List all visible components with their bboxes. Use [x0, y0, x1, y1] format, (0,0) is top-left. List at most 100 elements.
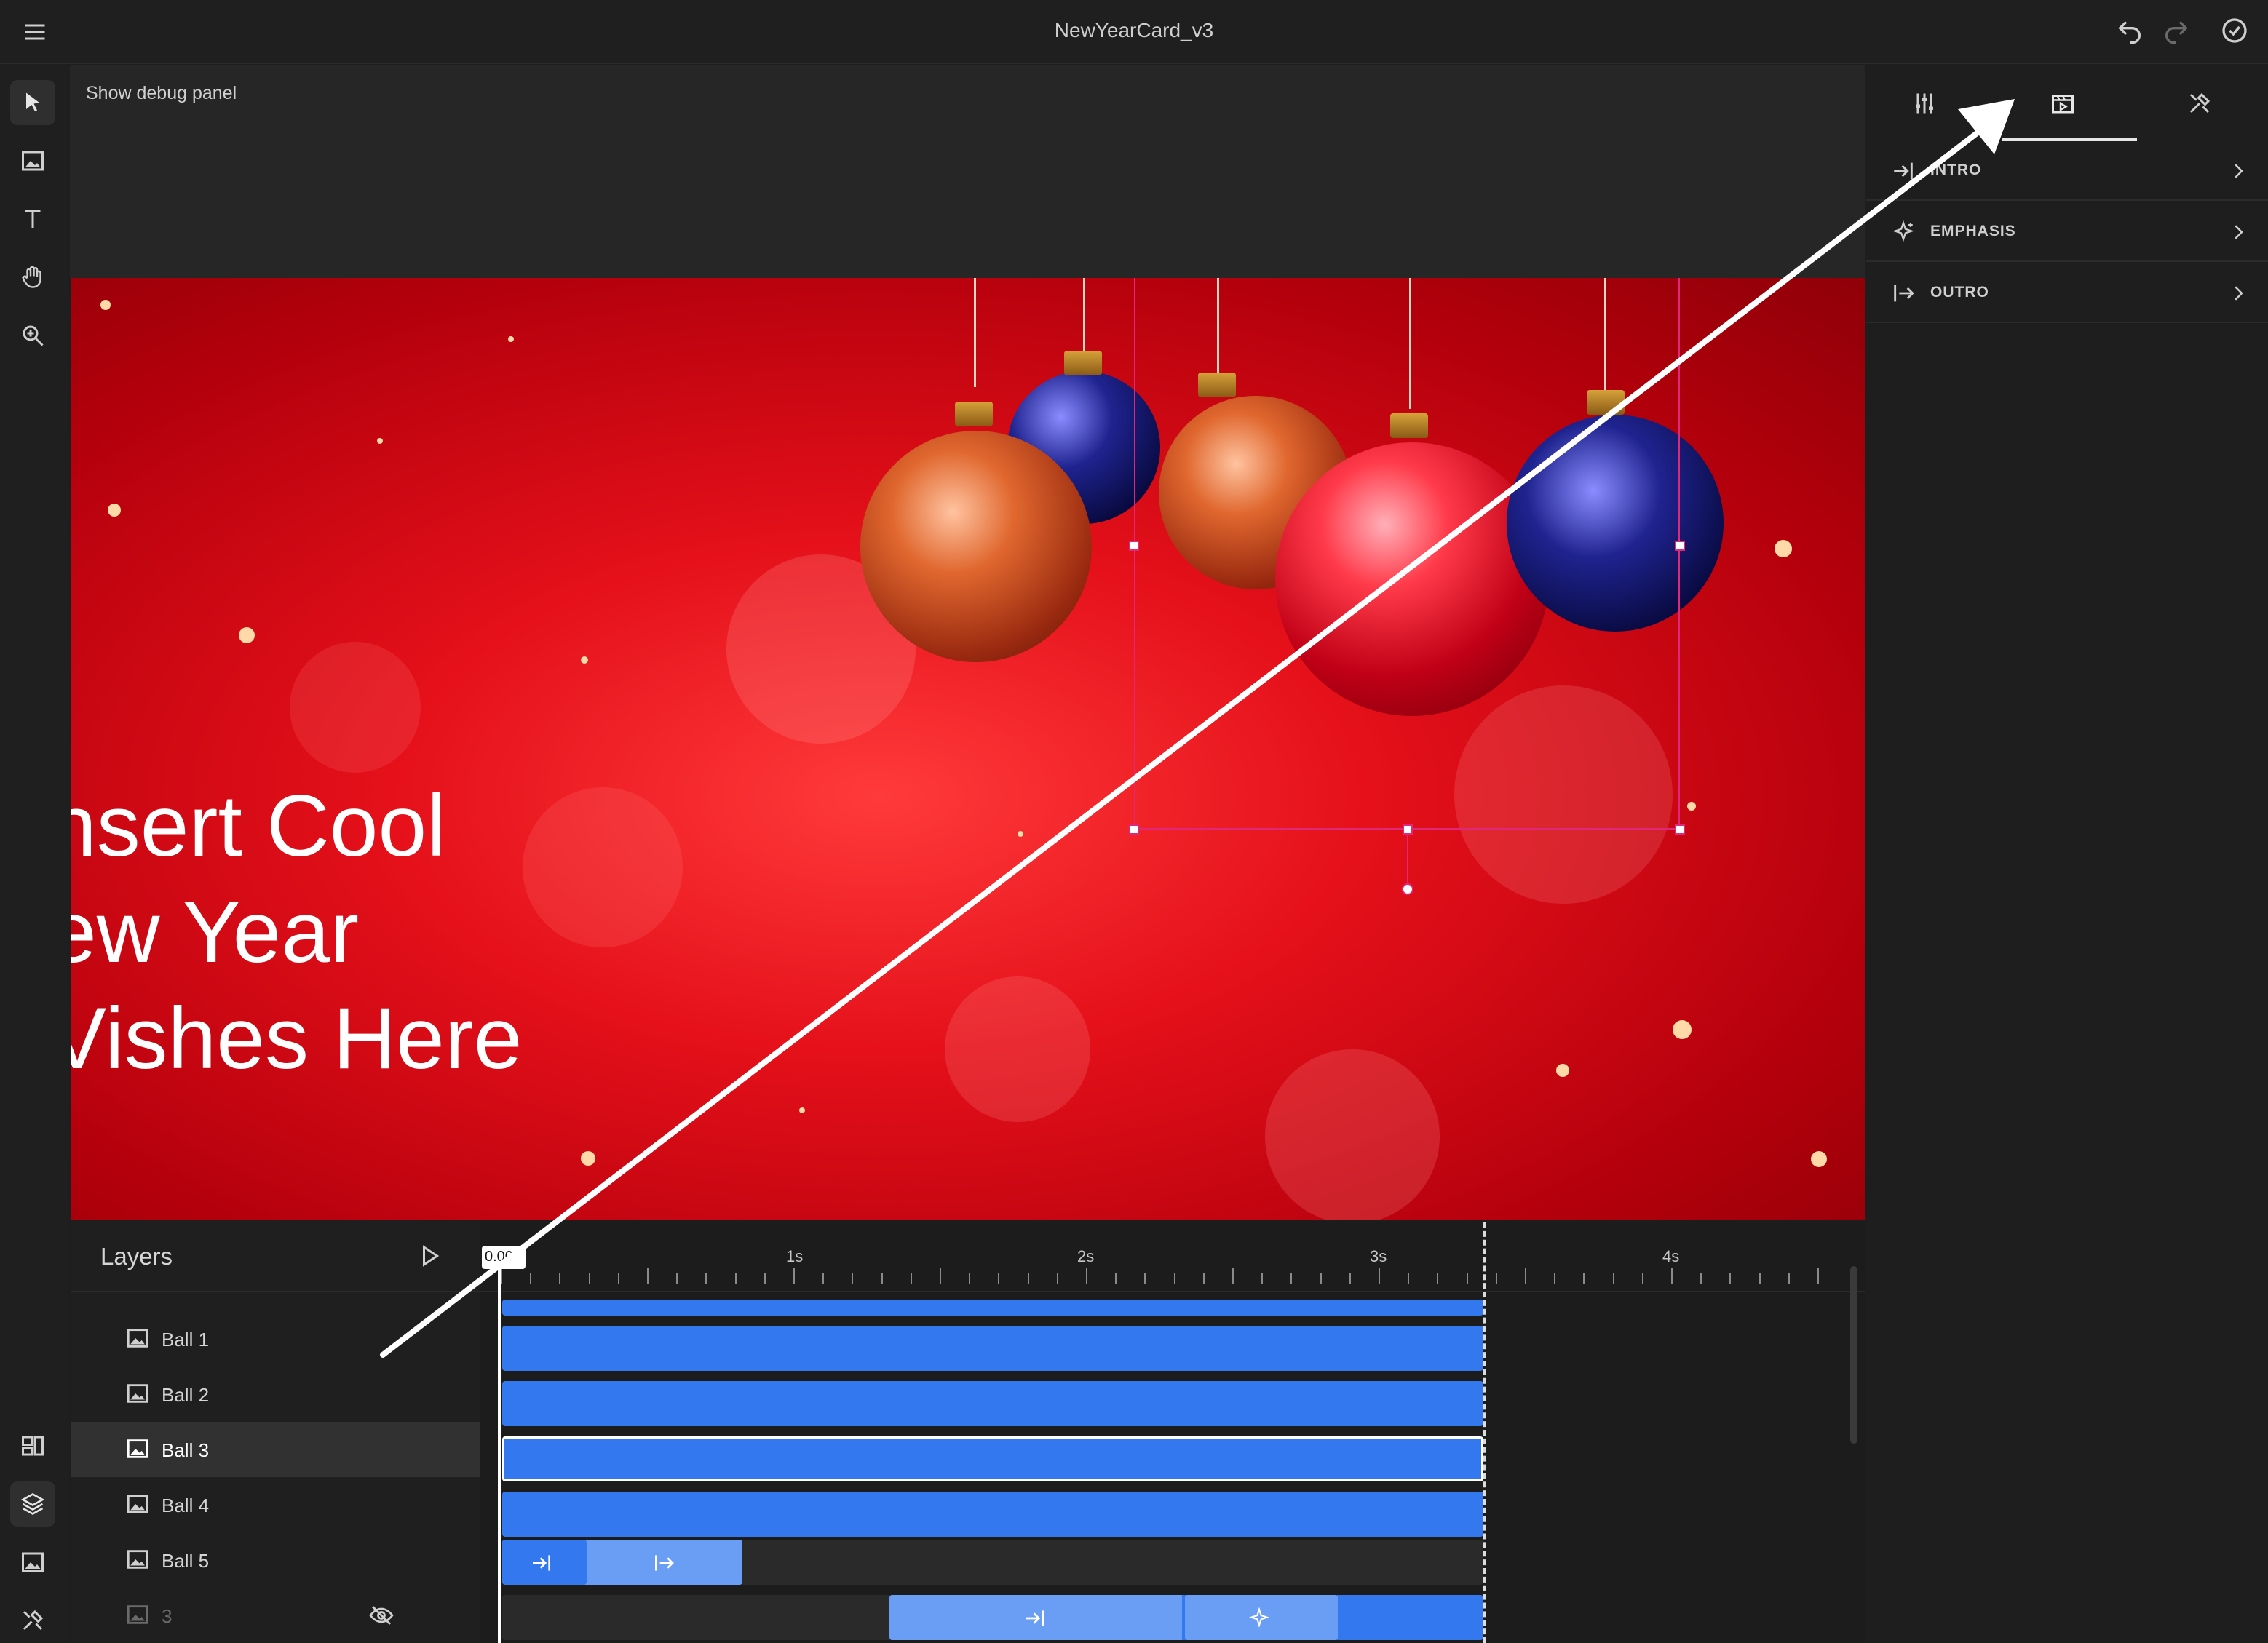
sparkle: [108, 504, 121, 517]
divider: [71, 1291, 480, 1292]
sparkle: [239, 627, 255, 643]
layers-title: Layers: [100, 1243, 173, 1270]
layer-track-ball-1[interactable]: [502, 1326, 1483, 1371]
layer-row-ball-4[interactable]: Ball 4: [71, 1477, 480, 1532]
playhead[interactable]: [498, 1249, 501, 1643]
ruler-tick: [1027, 1273, 1029, 1284]
image-icon: [127, 1329, 148, 1348]
layer-row-ball-5[interactable]: Ball 5: [71, 1532, 480, 1588]
ruler-tick: [1408, 1273, 1410, 1284]
playhead-time: 0.00: [482, 1246, 526, 1269]
time-label: 2s: [1077, 1247, 1095, 1265]
image-icon: [127, 1605, 148, 1624]
image-tool-button[interactable]: [10, 138, 55, 183]
hand-pan-icon: [22, 266, 41, 288]
pan-tool-button[interactable]: [10, 255, 55, 300]
time-label: 4s: [1662, 1247, 1680, 1265]
resize-handle[interactable]: [1129, 824, 1139, 835]
ruler-tick: [1437, 1273, 1439, 1284]
text-tool-button[interactable]: [10, 196, 55, 242]
layer-track-ball-4[interactable]: [502, 1492, 1483, 1537]
visibility-off-icon[interactable]: [367, 1602, 396, 1628]
ornament-cap: [1064, 351, 1102, 375]
ruler-tick: [1729, 1273, 1732, 1284]
animation-icon: [2052, 95, 2074, 114]
resize-handle[interactable]: [1675, 541, 1685, 551]
redo-icon[interactable]: [2162, 16, 2191, 45]
templates-button[interactable]: [10, 1423, 55, 1468]
tab-tools[interactable]: [2156, 67, 2243, 140]
image-icon: [127, 1384, 148, 1403]
timeline-panel[interactable]: 1s 2s 3s 4s: [480, 1221, 1865, 1643]
tab-animation[interactable]: [2019, 67, 2106, 140]
design-tools-button[interactable]: [10, 1598, 55, 1643]
ruler-tick: [1788, 1273, 1790, 1284]
animation-section-outro[interactable]: OUTRO: [1866, 263, 2268, 323]
ruler-tick: [793, 1268, 795, 1284]
rotate-handle[interactable]: [1402, 883, 1413, 895]
layer-row-ball-1[interactable]: Ball 1: [71, 1311, 480, 1366]
layers-button[interactable]: [10, 1481, 55, 1527]
ruler-tick: [1349, 1273, 1351, 1284]
layer-row-ball-2[interactable]: Ball 2: [71, 1366, 480, 1422]
canvas-artboard[interactable]: nsert Cool ew Year Vishes Here: [71, 278, 1865, 1220]
layer-row-ball-3[interactable]: Ball 3: [71, 1422, 480, 1477]
bokeh-light: [945, 976, 1090, 1122]
ruler-tick: [1144, 1273, 1146, 1284]
ruler-tick: [1671, 1268, 1673, 1284]
greeting-text[interactable]: nsert Cool ew Year Vishes Here: [71, 773, 522, 1091]
divider: [480, 1291, 1865, 1292]
play-icon[interactable]: [416, 1243, 443, 1269]
ruler-tick: [1759, 1273, 1761, 1284]
chevron-right-icon: [2235, 164, 2243, 178]
ruler-tick: [734, 1273, 737, 1284]
templates-icon: [22, 1436, 44, 1456]
media-button[interactable]: [10, 1540, 55, 1585]
chevron-right-icon: [2235, 286, 2243, 301]
ruler-tick: [1290, 1273, 1293, 1284]
select-tool-button[interactable]: [10, 80, 55, 125]
sparkle: [1811, 1151, 1827, 1167]
sparkle: [581, 656, 588, 664]
section-label: EMPHASIS: [1930, 223, 2016, 239]
layer-track-ball-2[interactable]: [502, 1381, 1483, 1426]
ruler-tick: [1641, 1273, 1643, 1284]
animation-section-emphasis[interactable]: EMPHASIS: [1866, 202, 2268, 262]
tab-adjust[interactable]: [1881, 67, 1968, 140]
stage-header: [70, 65, 1865, 278]
ruler-tick: [1261, 1273, 1264, 1284]
layer-track-ball-3[interactable]: [502, 1436, 1483, 1481]
left-tool-rail: [0, 65, 68, 1643]
selection-box: [1134, 278, 1680, 830]
ruler-tick: [588, 1273, 590, 1284]
ruler-tick: [881, 1273, 883, 1284]
ruler-tick: [1700, 1273, 1702, 1284]
check-circle-icon[interactable]: [2220, 16, 2249, 45]
sparkle: [508, 336, 514, 342]
ruler-tick: [1817, 1268, 1819, 1284]
sparkle: [799, 1107, 805, 1113]
bokeh-light: [523, 787, 683, 947]
zoom-icon: [23, 325, 44, 346]
ruler-tick: [998, 1273, 1000, 1284]
sparkle: [377, 438, 383, 444]
resize-handle[interactable]: [1403, 824, 1413, 835]
sparkle-icon: [1248, 1607, 1270, 1628]
show-debug-panel-link[interactable]: Show debug panel: [86, 83, 237, 104]
resize-handle[interactable]: [1675, 824, 1685, 835]
animation-section-intro[interactable]: INTRO: [1866, 141, 2268, 201]
ball-image[interactable]: [860, 431, 1092, 662]
resize-handle[interactable]: [1129, 541, 1139, 551]
end-marker[interactable]: [1483, 1222, 1486, 1643]
design-tools-icon: [23, 1610, 44, 1631]
timeline-scrollbar[interactable]: [1850, 1266, 1857, 1444]
ruler-tick: [1202, 1273, 1205, 1284]
zoom-tool-button[interactable]: [10, 313, 55, 358]
sparkle: [100, 300, 111, 310]
time-label: 3s: [1370, 1247, 1387, 1265]
time-label: 1s: [786, 1247, 804, 1265]
intro-arrow-icon: [1894, 162, 1913, 180]
undo-icon[interactable]: [2115, 16, 2144, 45]
layer-row-3[interactable]: 3: [71, 1588, 480, 1643]
layer-track[interactable]: [502, 1300, 1483, 1316]
